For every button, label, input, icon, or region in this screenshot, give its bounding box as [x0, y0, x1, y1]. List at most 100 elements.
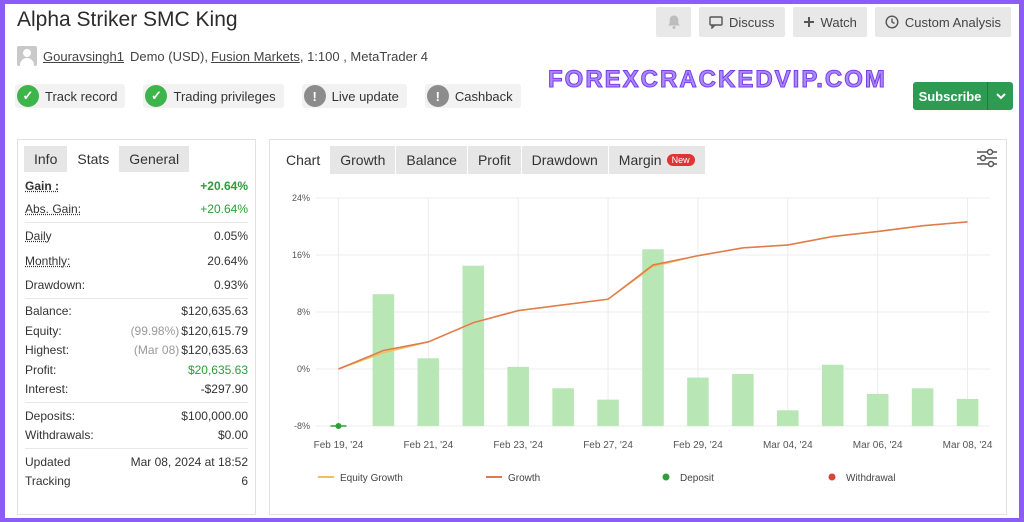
stat-label: Highest: [25, 343, 70, 358]
stat-tracking: Tracking 6 [25, 472, 248, 492]
badge-live-update[interactable]: ! Live update [301, 84, 407, 108]
tab-drawdown[interactable]: Drawdown [520, 146, 608, 174]
stat-value: $100,000.00 [181, 408, 248, 423]
bell-icon [667, 15, 680, 29]
system-title: Alpha Striker SMC King [17, 8, 238, 31]
stats-tabs: Info Stats General [18, 140, 255, 172]
badge-cashback[interactable]: ! Cashback [424, 84, 521, 108]
stat-note: (Mar 08) [133, 343, 180, 358]
bar [777, 410, 799, 426]
x-tick-label: Feb 21, '24 [403, 440, 453, 451]
stat-value: 6 [241, 474, 248, 489]
info-icon: ! [303, 85, 326, 107]
stat-label: Abs. Gain: [25, 202, 82, 217]
stats-panel: Info Stats General Gain : +20.64% Abs. Ga… [17, 139, 256, 515]
account-info: Gouravsingh1 Demo (USD), Fusion Markets … [17, 46, 428, 66]
stat-value: 0.93% [213, 277, 248, 292]
bar [507, 366, 529, 426]
subscribe-label: Subscribe [918, 88, 982, 104]
stat-interest: Interest: -$297.90 [25, 380, 248, 400]
legend-deposit-swatch [662, 473, 670, 481]
watch-label: Watch [820, 14, 857, 30]
x-tick-label: Mar 08, '24 [943, 440, 993, 451]
stat-equity: Equity: (99.98%) $120,615.79 [25, 321, 248, 341]
y-tick-label: 16% [292, 250, 310, 260]
stat-label: Gain : [25, 178, 60, 193]
tab-growth[interactable]: Growth [330, 146, 396, 174]
tab-chart[interactable]: Chart [276, 146, 331, 174]
stat-label: Equity: [25, 323, 62, 338]
y-tick-label: 24% [292, 193, 310, 203]
bar [597, 399, 619, 426]
divider [25, 222, 248, 223]
stat-drawdown: Drawdown: 0.93% [25, 275, 248, 295]
stat-balance: Balance: $120,635.63 [25, 302, 248, 322]
divider [25, 297, 248, 299]
divider [25, 402, 248, 403]
x-tick-label: Mar 06, '24 [853, 440, 903, 451]
stat-value: $20,635.63 [187, 362, 248, 377]
divider [25, 448, 248, 449]
subscribe-button[interactable]: Subscribe [913, 82, 1013, 110]
tab-balance[interactable]: Balance [395, 146, 467, 174]
stat-value: +20.64% [200, 178, 248, 193]
stat-label: Updated [25, 454, 71, 469]
stat-abs-gain: Abs. Gain: +20.64% [25, 200, 248, 220]
stat-value: $120,615.79 [181, 323, 248, 338]
stat-value: 0.05% [213, 228, 248, 243]
custom-analysis-label: Custom Analysis [904, 14, 1001, 30]
watch-button[interactable]: Watch [792, 7, 867, 37]
chevron-down-icon[interactable] [987, 82, 1013, 110]
custom-analysis-button[interactable]: Custom Analysis [874, 7, 1011, 37]
x-tick-label: Feb 27, '24 [583, 440, 633, 451]
bar [732, 373, 754, 426]
stat-label: Interest: [25, 382, 69, 397]
discuss-label: Discuss [729, 14, 775, 30]
settings-sliders-icon[interactable] [976, 148, 998, 168]
legend-deposit: Deposit [680, 473, 714, 484]
discuss-button[interactable]: Discuss [699, 7, 785, 37]
x-tick-label: Mar 04, '24 [763, 440, 813, 451]
broker-link[interactable]: Fusion Markets [211, 49, 300, 64]
tab-profit[interactable]: Profit [466, 146, 521, 174]
tab-stats[interactable]: Stats [67, 146, 119, 172]
user-link[interactable]: Gouravsingh1 [43, 49, 124, 64]
stat-label: Drawdown: [25, 277, 86, 292]
tab-general[interactable]: General [119, 146, 190, 172]
badge-trading-privileges[interactable]: ✓ Trading privileges [143, 84, 284, 108]
growth-chart: 24% 16% 8% 0% -8% Feb 19, '24 Feb 21, '24 Feb 2… [292, 193, 993, 484]
bar [372, 294, 395, 426]
y-tick-label: 8% [297, 307, 310, 317]
badge-label: Trading privileges [173, 88, 276, 104]
bar [552, 388, 574, 426]
notification-button[interactable] [656, 7, 692, 37]
stat-label: Deposits: [25, 408, 76, 423]
stat-label: Tracking [25, 474, 71, 489]
check-icon: ✓ [17, 85, 39, 107]
badge-track-record[interactable]: ✓ Track record [15, 84, 126, 108]
stat-label: Monthly: [25, 254, 71, 269]
page-frame: Alpha Striker SMC King Discuss Watch Cus… [5, 4, 1019, 518]
tab-info[interactable]: Info [24, 146, 68, 172]
legend-growth: Growth [508, 473, 540, 484]
bar [956, 398, 979, 426]
x-tick-label: Feb 29, '24 [673, 440, 723, 451]
bar [462, 265, 485, 426]
stat-value: $120,635.63 [181, 343, 248, 358]
check-icon: ✓ [145, 85, 168, 107]
stat-label: Withdrawals: [25, 428, 94, 443]
account-type: Demo (USD), [129, 48, 208, 64]
info-icon: ! [426, 85, 449, 107]
badge-label: Live update [331, 88, 399, 104]
stat-deposits: Deposits: $100,000.00 [25, 406, 248, 426]
tab-margin[interactable]: Margin New [607, 146, 705, 174]
stat-label: Balance: [25, 304, 72, 319]
deposit-point [335, 423, 342, 429]
clock-icon [885, 15, 899, 29]
stat-highest: Highest: (Mar 08) $120,635.63 [25, 341, 248, 361]
legend-equity-growth: Equity Growth [340, 473, 403, 484]
stat-value: $0.00 [217, 428, 248, 443]
y-tick-label: -8% [294, 421, 310, 431]
chat-icon [709, 15, 723, 29]
stat-daily: Daily 0.05% [25, 226, 248, 246]
